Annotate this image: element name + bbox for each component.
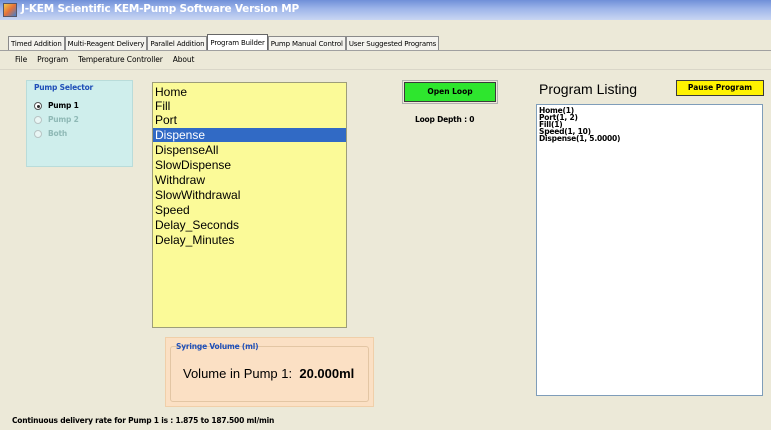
menu-program[interactable]: Program xyxy=(32,53,73,67)
menu-bar: File Program Temperature Controller Abou… xyxy=(10,53,199,67)
tab-user-suggested-programs[interactable]: User Suggested Programs xyxy=(345,36,440,51)
program-listing-box[interactable]: Home(1) Port(1, 2) Fill(1) Speed(1, 10) … xyxy=(536,104,763,396)
volume-value: 20.000ml xyxy=(299,366,355,381)
pump-selector-group: Pump Selector Pump 1 Pump 2 Both xyxy=(26,80,133,167)
both-radio xyxy=(34,129,42,138)
pump-1-radio[interactable] xyxy=(34,101,42,110)
tab-program-builder[interactable]: Program Builder xyxy=(207,34,268,51)
command-item-slowdispense[interactable]: SlowDispense xyxy=(153,158,346,172)
both-radio-row: Both xyxy=(34,129,67,138)
delivery-rate-status: Continuous delivery rate for Pump 1 is :… xyxy=(12,416,275,425)
tab-timed-addition[interactable]: Timed Addition xyxy=(8,36,65,51)
command-item-fill[interactable]: Fill xyxy=(153,99,346,113)
both-label: Both xyxy=(48,129,67,138)
syringe-volume-panel: Syringe Volume (ml) Volume in Pump 1: 20… xyxy=(165,337,374,407)
pause-program-button[interactable]: Pause Program xyxy=(676,80,764,96)
title-bar: J-KEM Scientific KEM-Pump Software Versi… xyxy=(0,0,771,20)
pump-2-radio xyxy=(34,115,42,124)
tab-parallel-addition[interactable]: Parallel Addition xyxy=(147,36,208,51)
pump-1-label: Pump 1 xyxy=(48,101,79,110)
command-list[interactable]: Home Fill Port Dispense DispenseAll Slow… xyxy=(152,82,347,328)
command-item-delay-seconds[interactable]: Delay_Seconds xyxy=(153,218,346,232)
pump-selector-title: Pump Selector xyxy=(34,83,94,92)
tab-divider xyxy=(0,50,771,51)
command-item-port[interactable]: Port xyxy=(153,113,346,127)
program-listing-title: Program Listing xyxy=(539,81,638,97)
pump-2-radio-row: Pump 2 xyxy=(34,115,79,124)
loop-depth-label: Loop Depth : 0 xyxy=(415,115,475,124)
app-icon xyxy=(3,3,17,17)
command-item-delay-minutes[interactable]: Delay_Minutes xyxy=(153,233,346,247)
syringe-volume-title: Syringe Volume (ml) xyxy=(176,342,259,351)
volume-readout: Volume in Pump 1: 20.000ml xyxy=(183,366,354,381)
pump-1-radio-row[interactable]: Pump 1 xyxy=(34,101,79,110)
menu-about[interactable]: About xyxy=(168,53,200,67)
listing-line: Dispense(1, 5.0000) xyxy=(539,134,621,143)
menu-divider xyxy=(0,69,771,70)
command-item-slowwithdrawal[interactable]: SlowWithdrawal xyxy=(153,188,346,202)
open-loop-button[interactable]: Open Loop xyxy=(402,80,498,104)
tab-pump-manual-control[interactable]: Pump Manual Control xyxy=(267,36,346,51)
menu-temperature-controller[interactable]: Temperature Controller xyxy=(73,53,168,67)
volume-prefix: Volume in Pump 1: xyxy=(183,366,293,381)
command-item-speed[interactable]: Speed xyxy=(153,203,346,217)
window-title: J-KEM Scientific KEM-Pump Software Versi… xyxy=(21,3,300,15)
command-item-dispense[interactable]: Dispense xyxy=(153,128,346,142)
tab-strip: Timed Addition Multi-Reagent Delivery Pa… xyxy=(8,34,440,51)
pump-2-label: Pump 2 xyxy=(48,115,79,124)
menu-file[interactable]: File xyxy=(10,53,32,67)
tab-multi-reagent-delivery[interactable]: Multi-Reagent Delivery xyxy=(64,36,148,51)
command-item-withdraw[interactable]: Withdraw xyxy=(153,173,346,187)
command-item-dispenseall[interactable]: DispenseAll xyxy=(153,143,346,157)
command-item-home[interactable]: Home xyxy=(153,85,346,99)
